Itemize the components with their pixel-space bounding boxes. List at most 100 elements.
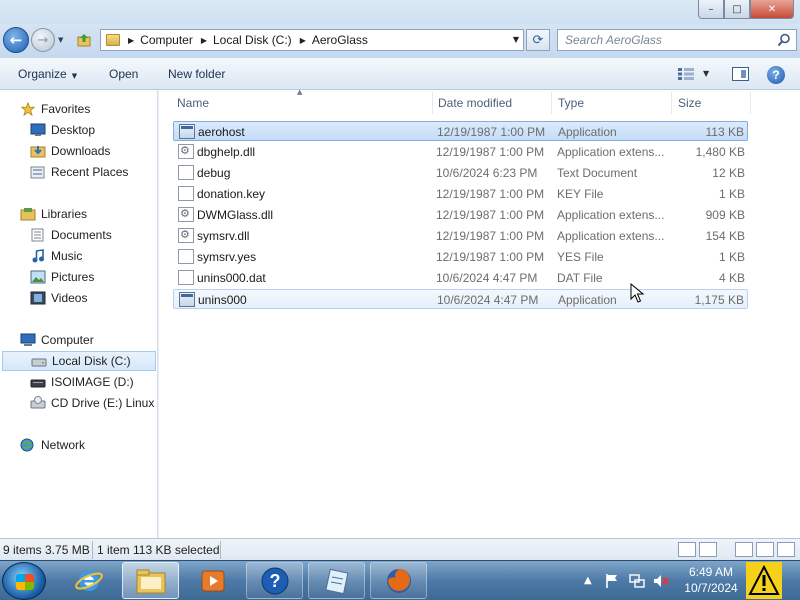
column-type[interactable]: Type: [558, 96, 584, 110]
breadcrumb-local-disk[interactable]: Local Disk (C:): [213, 33, 292, 47]
status-item-count: 9 items 3.75 MB: [3, 543, 90, 557]
file-date: 12/19/1987 1:00 PM: [436, 208, 545, 222]
column-divider[interactable]: [551, 92, 552, 114]
sidebar-item-label: Local Disk (C:): [52, 354, 131, 368]
sidebar-item-label: Pictures: [51, 270, 95, 284]
forward-button[interactable]: →: [31, 28, 55, 52]
column-date-modified[interactable]: Date modified: [438, 96, 512, 110]
file-row-symsrv-yes[interactable]: symsrv.yes 12/19/1987 1:00 PM YES File 1…: [173, 247, 748, 267]
file-type: Application extens...: [557, 208, 665, 222]
start-button[interactable]: [2, 562, 46, 600]
minimize-button[interactable]: –: [698, 0, 724, 19]
sidebar-network[interactable]: Network: [0, 435, 157, 455]
breadcrumb-computer[interactable]: Computer: [140, 33, 193, 47]
desktop-icon: [30, 123, 46, 136]
sidebar-item-downloads[interactable]: Downloads: [0, 141, 157, 161]
file-row-unins000-dat[interactable]: unins000.dat 10/6/2024 4:47 PM DAT File …: [173, 268, 748, 288]
command-bar: Organize ▼ Open New folder ▼ ?: [0, 58, 800, 90]
media-player-icon: [201, 570, 224, 591]
layout-icon[interactable]: [735, 542, 753, 557]
preview-layout-icon[interactable]: [756, 542, 774, 557]
taskbar-app[interactable]: [308, 562, 365, 599]
sidebar-item-music[interactable]: Music: [0, 246, 157, 266]
taskbar-internet-explorer[interactable]: [60, 562, 117, 599]
sidebar-item-isoimage[interactable]: ISOIMAGE (D:): [0, 372, 157, 392]
file-type: Application: [558, 125, 617, 139]
show-hidden-icons-icon[interactable]: ▲: [584, 575, 592, 586]
help-icon[interactable]: ?: [767, 66, 785, 84]
column-name[interactable]: Name: [177, 96, 209, 110]
file-date: 12/19/1987 1:00 PM: [436, 229, 545, 243]
sidebar-item-label: Documents: [51, 228, 112, 242]
documents-icon: [31, 228, 44, 242]
file-date: 12/19/1987 1:00 PM: [436, 145, 545, 159]
cd-drive-icon: [30, 396, 46, 409]
network-status-icon[interactable]: [629, 573, 645, 589]
file-name: unins000.dat: [197, 271, 266, 285]
clock-date: 10/7/2024: [684, 581, 738, 595]
column-divider[interactable]: [432, 92, 433, 114]
details-layout-icon[interactable]: [777, 542, 795, 557]
navigation-pane: Favorites Desktop Downloads Recent Place…: [0, 90, 158, 538]
open-button[interactable]: Open: [109, 67, 138, 81]
chevron-right-icon[interactable]: ▶: [201, 36, 207, 45]
new-folder-button[interactable]: New folder: [168, 67, 225, 81]
sidebar-item-recent-places[interactable]: Recent Places: [0, 162, 157, 182]
dll-icon: [178, 144, 194, 159]
file-row-unins000[interactable]: unins000 10/6/2024 4:47 PM Application 1…: [173, 289, 748, 309]
sidebar-item-pictures[interactable]: Pictures: [0, 267, 157, 287]
taskbar-windows-explorer[interactable]: [122, 562, 179, 599]
file-row-aerohost[interactable]: aerohost 12/19/1987 1:00 PM Application …: [173, 121, 748, 141]
file-row-donation-key[interactable]: donation.key 12/19/1987 1:00 PM KEY File…: [173, 184, 748, 204]
address-dropdown-icon[interactable]: ▼: [513, 35, 519, 44]
warning-icon[interactable]: [746, 562, 782, 599]
preview-pane-icon[interactable]: [732, 67, 749, 81]
column-divider[interactable]: [671, 92, 672, 114]
action-center-flag-icon[interactable]: [605, 573, 619, 589]
taskbar-media-player[interactable]: [184, 562, 241, 599]
file-row-dwmglass[interactable]: DWMGlass.dll 12/19/1987 1:00 PM Applicat…: [173, 205, 748, 225]
sidebar-item-cd-drive[interactable]: CD Drive (E:) Linux M: [0, 393, 157, 413]
chevron-right-icon[interactable]: ▶: [128, 36, 134, 45]
maximize-button[interactable]: □: [724, 0, 750, 19]
back-arrow-icon: ←: [9, 31, 23, 49]
sidebar-item-label: Music: [51, 249, 83, 263]
search-icon[interactable]: [777, 33, 791, 47]
close-button[interactable]: ✕: [750, 0, 794, 19]
file-row-dbghelp[interactable]: dbghelp.dll 12/19/1987 1:00 PM Applicati…: [173, 142, 748, 162]
organize-button[interactable]: Organize ▼: [18, 67, 77, 81]
file-name: DWMGlass.dll: [197, 208, 274, 222]
taskbar-help[interactable]: ?: [246, 562, 303, 599]
sidebar-item-local-disk[interactable]: Local Disk (C:): [2, 351, 156, 371]
chevron-right-icon[interactable]: ▶: [300, 36, 306, 45]
system-clock[interactable]: 6:49 AM 10/7/2024: [680, 564, 742, 596]
breadcrumb-aeroglass[interactable]: AeroGlass: [312, 33, 368, 47]
sidebar-item-videos[interactable]: Videos: [0, 288, 157, 308]
refresh-button[interactable]: ⟳: [526, 29, 550, 51]
column-size[interactable]: Size: [678, 96, 701, 110]
address-bar[interactable]: ▶ Computer ▶ Local Disk (C:) ▶ AeroGlass…: [100, 29, 524, 51]
search-input[interactable]: Search AeroGlass: [557, 29, 797, 51]
file-row-debug[interactable]: debug 10/6/2024 6:23 PM Text Document 12…: [173, 163, 748, 183]
sidebar-libraries[interactable]: Libraries: [0, 204, 157, 224]
volume-muted-icon[interactable]: [653, 573, 669, 589]
sidebar-item-documents[interactable]: Documents: [0, 225, 157, 245]
recent-pages-dropdown[interactable]: ▼: [58, 36, 63, 44]
file-name: debug: [197, 166, 231, 180]
taskbar-firefox[interactable]: [370, 562, 427, 599]
large-icons-view-icon[interactable]: [699, 542, 717, 557]
view-options-dropdown[interactable]: ▼: [703, 69, 709, 78]
sidebar-favorites[interactable]: Favorites: [0, 99, 157, 119]
folder-up-icon[interactable]: [76, 32, 92, 48]
column-divider[interactable]: [750, 92, 751, 114]
file-name: aerohost: [198, 125, 245, 139]
details-view-icon[interactable]: [678, 542, 696, 557]
file-name: symsrv.yes: [197, 250, 257, 264]
file-row-symsrv-dll[interactable]: symsrv.dll 12/19/1987 1:00 PM Applicatio…: [173, 226, 748, 246]
sidebar-computer[interactable]: Computer: [0, 330, 157, 350]
text-file-icon: [178, 165, 194, 180]
internet-explorer-icon: [74, 570, 103, 591]
change-view-icon[interactable]: [678, 68, 694, 80]
back-button[interactable]: ←: [3, 27, 29, 53]
sidebar-item-desktop[interactable]: Desktop: [0, 120, 157, 140]
